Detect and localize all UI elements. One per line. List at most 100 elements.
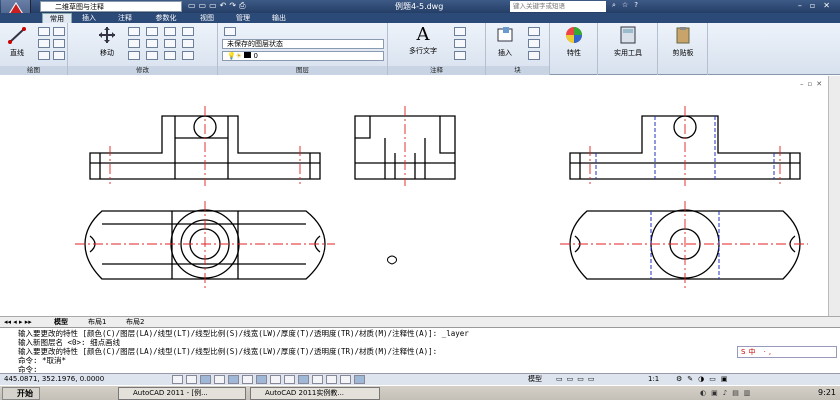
vertical-scrollbar[interactable] xyxy=(828,76,840,316)
annotation-monitor-icon[interactable] xyxy=(354,375,365,384)
copy-icon[interactable] xyxy=(128,39,140,48)
current-layer-dropdown[interactable]: 💡☀ 0 xyxy=(222,51,384,61)
utilities-label: 实用工具 xyxy=(614,49,642,57)
help-search-input[interactable]: 键入关键字或短语 xyxy=(510,1,606,12)
annotation-panel-label[interactable]: 注释 xyxy=(388,66,485,75)
insert-button[interactable]: 插入 xyxy=(490,26,520,58)
title-bar: 二维草图与注释 ▭▭▭↶↷⎙ 例题4-5.dwg 键入关键字或短语 ⌕☆? –▫… xyxy=(0,0,840,13)
quick-properties-icon[interactable] xyxy=(326,375,337,384)
current-layer-label: 0 xyxy=(253,52,258,60)
viewport-controls[interactable]: –▫✕ xyxy=(800,80,826,88)
utilities-button[interactable]: 实用工具 xyxy=(604,26,652,58)
block-panel-label[interactable]: 块 xyxy=(486,66,549,75)
status-tool-icons[interactable]: ▭▭▭▭ xyxy=(556,374,598,385)
offset-icon[interactable] xyxy=(182,39,194,48)
layer-color-swatch xyxy=(244,52,252,58)
grid-display-icon[interactable] xyxy=(186,375,197,384)
erase-icon[interactable] xyxy=(164,51,176,60)
transparency-icon[interactable] xyxy=(312,375,323,384)
status-tray-icons[interactable]: ⚙✎◑▭▣ xyxy=(676,374,732,385)
clipboard-label: 剪贴板 xyxy=(672,49,694,57)
tab-parametric[interactable]: 参数化 xyxy=(146,13,186,23)
join-icon[interactable] xyxy=(182,51,194,60)
dimension-icon[interactable] xyxy=(454,27,466,36)
workspace-dropdown[interactable]: 二维草图与注释 xyxy=(40,1,182,12)
snap-mode-icon[interactable] xyxy=(172,375,183,384)
layers-panel-label[interactable]: 图层 xyxy=(218,66,387,75)
arc-icon[interactable] xyxy=(38,51,50,60)
calculator-icon xyxy=(620,26,636,44)
fillet-icon[interactable] xyxy=(164,27,176,36)
ortho-mode-icon[interactable] xyxy=(200,375,211,384)
command-window[interactable]: 输入要更改的特性 [颜色(C)/图层(LA)/线型(LT)/线型比例(S)/线宽… xyxy=(0,327,840,374)
start-button[interactable]: 开始 xyxy=(2,387,40,400)
leader-icon[interactable] xyxy=(454,39,466,48)
workspace-label: 二维草图与注释 xyxy=(55,3,104,11)
clipboard-button[interactable]: 剪贴板 xyxy=(664,26,702,58)
center-lines-right-plan xyxy=(560,201,808,288)
tab-view[interactable]: 视图 xyxy=(192,13,222,23)
help-icons[interactable]: ⌕☆? xyxy=(612,1,644,10)
quick-access-toolbar[interactable]: ▭▭▭↶↷⎙ xyxy=(188,1,248,11)
tab-annotate[interactable]: 注释 xyxy=(110,13,140,23)
create-block-icon[interactable] xyxy=(528,27,540,36)
layer-properties-icon[interactable] xyxy=(224,27,236,36)
polar-tracking-icon[interactable] xyxy=(214,375,225,384)
3d-osnap-icon[interactable] xyxy=(242,375,253,384)
selection-cycling-icon[interactable] xyxy=(340,375,351,384)
scale-icon[interactable] xyxy=(146,51,158,60)
system-tray-icons[interactable]: ◐▣♪▤▥ xyxy=(700,389,755,397)
rectangle-icon[interactable] xyxy=(53,27,65,36)
pan-cursor-icon xyxy=(387,255,397,265)
annotation-scale[interactable]: 1:1 xyxy=(648,374,659,385)
insert-label: 插入 xyxy=(498,49,512,57)
model-space-label[interactable]: 模型 xyxy=(528,374,542,385)
circle-icon[interactable] xyxy=(38,39,50,48)
modify-panel-label[interactable]: 修改 xyxy=(68,66,217,75)
properties-button[interactable]: 特性 xyxy=(556,26,592,58)
trim-icon[interactable] xyxy=(146,27,158,36)
modify-panel: 移动 修改 xyxy=(68,23,218,75)
edit-block-icon[interactable] xyxy=(528,39,540,48)
array-icon[interactable] xyxy=(164,39,176,48)
taskbar-item[interactable]: AutoCAD 2011实例教... xyxy=(250,387,380,400)
layers-panel: 未保存的图层状态 💡☀ 0 图层 xyxy=(218,23,388,75)
mtext-button[interactable]: A 多行文字 xyxy=(400,26,446,56)
attribute-icon[interactable] xyxy=(528,51,540,60)
mirror-icon[interactable] xyxy=(146,39,158,48)
drawing-canvas[interactable] xyxy=(0,76,828,316)
tab-insert[interactable]: 插入 xyxy=(74,13,104,23)
table-icon[interactable] xyxy=(454,51,466,60)
stretch-icon[interactable] xyxy=(128,51,140,60)
gradient-icon[interactable] xyxy=(53,51,65,60)
line-button[interactable]: 直线 xyxy=(3,26,31,58)
window-controls[interactable]: –▫✕ xyxy=(798,1,838,10)
layer-state-dropdown[interactable]: 未保存的图层状态 xyxy=(222,39,384,49)
command-history-line: 输入要更改的特性 [颜色(C)/图层(LA)/线型(LT)/线型比例(S)/线宽… xyxy=(18,347,438,356)
layout-nav-arrows[interactable]: ◂◂ ◂ ▸ ▸▸ xyxy=(4,317,32,327)
taskbar-item[interactable]: AutoCAD 2011 - [例... xyxy=(118,387,246,400)
tab-model[interactable]: 模型 xyxy=(54,317,68,327)
ribbon: 直线 绘图 移动 修改 未保存的图层状态 💡☀ 0 图层 A 多行文字 注释 插… xyxy=(0,23,840,75)
rotate-icon[interactable] xyxy=(128,27,140,36)
tab-layout2[interactable]: 布局2 xyxy=(126,317,144,327)
move-label: 移动 xyxy=(100,49,114,57)
tab-layout1[interactable]: 布局1 xyxy=(88,317,106,327)
move-button[interactable]: 移动 xyxy=(92,26,122,58)
tab-manage[interactable]: 管理 xyxy=(228,13,258,23)
ucs-icon[interactable] xyxy=(270,375,281,384)
properties-panel: 特性 xyxy=(550,23,598,75)
polyline-icon[interactable] xyxy=(38,27,50,36)
object-snap-icon[interactable] xyxy=(228,375,239,384)
windows-taskbar: 开始 AutoCAD 2011 - [例... AutoCAD 2011实例教.… xyxy=(0,385,840,400)
object-snap-tracking-icon[interactable] xyxy=(256,375,267,384)
lineweight-icon[interactable] xyxy=(298,375,309,384)
tab-home[interactable]: 常用 xyxy=(42,13,72,23)
ime-toolbar[interactable]: S中 ·, xyxy=(737,346,837,358)
layout-tab-bar: ◂◂ ◂ ▸ ▸▸ 模型 布局1 布局2 xyxy=(0,316,840,327)
draw-panel-label[interactable]: 绘图 xyxy=(0,66,67,75)
explode-icon[interactable] xyxy=(182,27,194,36)
tab-output[interactable]: 输出 xyxy=(264,13,294,23)
dynamic-input-icon[interactable] xyxy=(284,375,295,384)
hatch-icon[interactable] xyxy=(53,39,65,48)
